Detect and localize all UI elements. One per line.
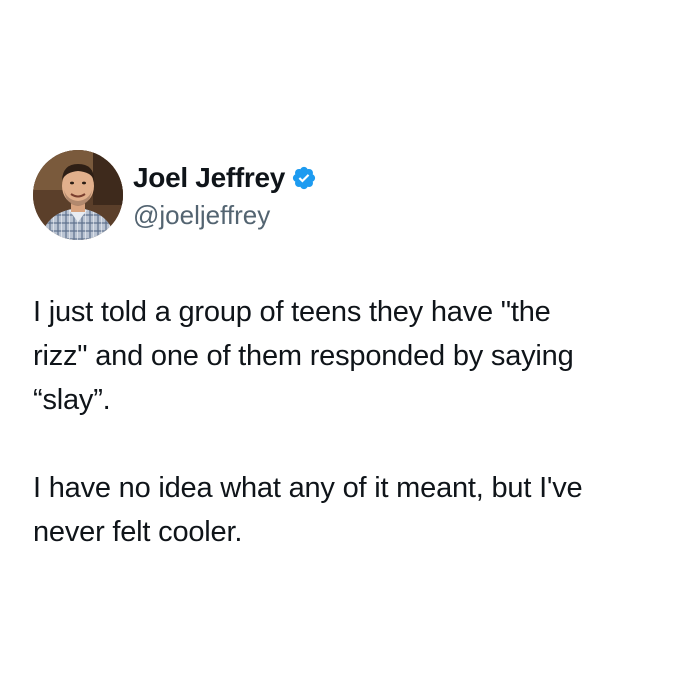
tweet-card: Joel Jeffrey @joeljeffrey I just told a … <box>0 0 700 700</box>
author-info: Joel Jeffrey @joeljeffrey <box>133 160 317 231</box>
profile-photo-icon <box>33 150 123 240</box>
tweet-paragraph: I have no idea what any of it meant, but… <box>33 472 583 548</box>
tweet-paragraph: I just told a group of teens they have "… <box>33 296 574 416</box>
avatar[interactable] <box>33 150 123 240</box>
name-row: Joel Jeffrey <box>133 160 317 196</box>
user-handle[interactable]: @joeljeffrey <box>133 200 317 231</box>
tweet-text: I just told a group of teens they have "… <box>33 290 683 554</box>
verified-badge-icon[interactable] <box>291 165 317 191</box>
display-name[interactable]: Joel Jeffrey <box>133 162 285 194</box>
